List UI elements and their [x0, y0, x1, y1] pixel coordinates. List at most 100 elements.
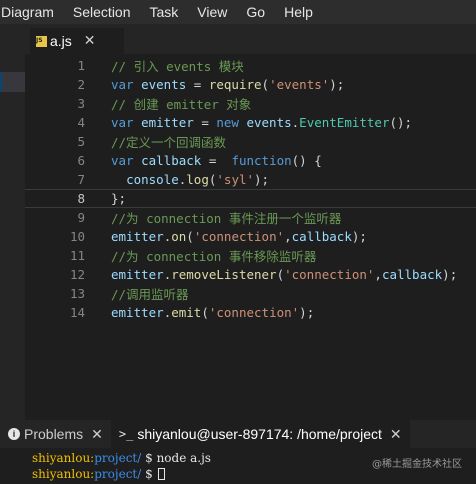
code-token: events [141, 77, 187, 92]
code-line[interactable]: 11 //为 connection 事件移除监听器 [25, 246, 476, 265]
code-token: log [186, 172, 209, 187]
code-token: function [231, 153, 292, 168]
line-number: 9 [77, 210, 85, 225]
code-token: ); [299, 305, 315, 320]
editor-tab-bar: a.js ✕ [25, 24, 476, 54]
code-token: callback [291, 229, 352, 244]
close-icon[interactable]: ✕ [84, 34, 96, 48]
tab-a-js[interactable]: a.js ✕ [30, 28, 124, 54]
code-token: emitter [111, 305, 164, 320]
code-token: emit [171, 305, 202, 320]
terminal-user: shiyanlou: [32, 467, 95, 481]
code-token: 'syl' [216, 172, 255, 187]
code-token: = [186, 77, 209, 92]
menu-diagram[interactable]: Diagram [1, 4, 54, 20]
menu-help[interactable]: Help [284, 4, 313, 20]
code-line[interactable]: 1 // 引入 events 模块 [25, 56, 476, 75]
code-token: , [284, 229, 292, 244]
code-text: emitter.emit('connection'); [111, 305, 314, 320]
code-token: events [246, 115, 292, 130]
line-number: 14 [69, 305, 85, 320]
code-line[interactable]: 12 emitter.removeListener('connection',ca… [25, 265, 476, 284]
close-icon[interactable]: ✕ [91, 426, 103, 443]
code-text: //为 connection 事件移除监听器 [111, 246, 316, 265]
code-token: //调用监听器 [111, 287, 189, 302]
code-editor[interactable]: 1// 引入 events 模块 2 var events = require('e… [25, 54, 476, 420]
line-number: 2 [77, 77, 85, 92]
code-token: }; [111, 191, 127, 206]
code-token: ( [261, 77, 270, 92]
code-line[interactable]: 9 //为 connection 事件注册一个监听器 [25, 208, 476, 227]
panel-tab-bar: i Problems ✕ >_ shiyanlou@user-897174: /… [0, 420, 476, 448]
code-token: ); [329, 77, 345, 92]
line-number: 6 [77, 153, 85, 168]
code-token: = [201, 153, 232, 168]
code-token: on [171, 229, 187, 244]
terminal-command: node a.js [156, 451, 211, 465]
terminal-path: project/ [94, 467, 142, 481]
ide-window: Diagram Selection Task View Go Help a.js… [0, 0, 476, 484]
code-line[interactable]: 13 //调用监听器 [25, 284, 476, 303]
tab-problems[interactable]: i Problems ✕ [0, 420, 111, 448]
line-number: 4 [77, 115, 85, 130]
code-text: // 引入 events 模块 [111, 56, 244, 75]
info-icon: i [8, 428, 20, 440]
code-token: require [208, 77, 262, 92]
tab-label: a.js [50, 33, 72, 49]
line-number: 12 [69, 267, 85, 282]
js-file-icon [36, 35, 47, 47]
terminal-user: shiyanlou: [32, 451, 95, 465]
line-number: 8 [77, 191, 85, 206]
line-number: 13 [69, 286, 85, 301]
code-text: var events = require('events'); [111, 77, 344, 92]
code-token: emitter [141, 115, 194, 130]
menu-view[interactable]: View [197, 4, 227, 20]
code-text: var emitter = new events.EventEmitter(); [111, 115, 412, 130]
code-token: 'connection' [208, 305, 300, 320]
code-token: callback [141, 153, 202, 168]
code-line[interactable]: 5 //定义一个回调函数 [25, 132, 476, 151]
code-text: //定义一个回调函数 [111, 132, 226, 151]
menu-go[interactable]: Go [246, 4, 265, 20]
sidebar-selected-item[interactable] [0, 72, 25, 92]
code-line[interactable]: 7 console.log('syl'); [25, 170, 476, 189]
code-line[interactable]: 10 emitter.on('connection',callback); [25, 227, 476, 246]
code-text: emitter.on('connection',callback); [111, 229, 367, 244]
code-text: // 创建 emitter 对象 [111, 94, 251, 113]
code-token: // 创建 emitter 对象 [111, 97, 252, 112]
code-text: }; [111, 191, 126, 206]
code-token: ( [276, 267, 285, 282]
code-token: removeListener [171, 267, 277, 282]
code-token: ); [351, 229, 367, 244]
code-line[interactable]: 14 emitter.emit('connection'); [25, 303, 476, 322]
tab-terminal[interactable]: >_ shiyanlou@user-897174: /home/project … [110, 420, 410, 448]
menu-bar: Diagram Selection Task View Go Help [0, 0, 476, 24]
code-line[interactable]: 4 var emitter = new events.EventEmitter()… [25, 113, 476, 132]
menu-task[interactable]: Task [150, 4, 179, 20]
code-token: 'connection' [284, 267, 375, 282]
terminal-icon: >_ [118, 427, 134, 441]
code-line[interactable]: 2 var events = require('events'); [25, 75, 476, 94]
code-token: = [193, 115, 217, 130]
code-token: //为 connection 事件注册一个监听器 [111, 211, 342, 226]
code-token: EventEmitter [299, 115, 390, 130]
code-token: ( [186, 229, 194, 244]
code-token: // 引入 events 模块 [111, 59, 244, 74]
code-token: 'connection' [193, 229, 285, 244]
line-number: 3 [77, 96, 85, 111]
code-line[interactable]: 8}; [25, 189, 476, 208]
code-token: emitter [111, 229, 164, 244]
code-token: ); [442, 267, 458, 282]
code-token: , [374, 267, 382, 282]
code-line[interactable]: 3 // 创建 emitter 对象 [25, 94, 476, 113]
close-icon[interactable]: ✕ [390, 426, 402, 443]
menu-selection[interactable]: Selection [73, 4, 131, 20]
code-token: var [111, 77, 134, 92]
code-token: (); [389, 115, 413, 130]
code-line[interactable]: 6 var callback = function() { [25, 151, 476, 170]
terminal-prompt: $ [141, 451, 157, 465]
code-token: //定义一个回调函数 [111, 135, 227, 150]
